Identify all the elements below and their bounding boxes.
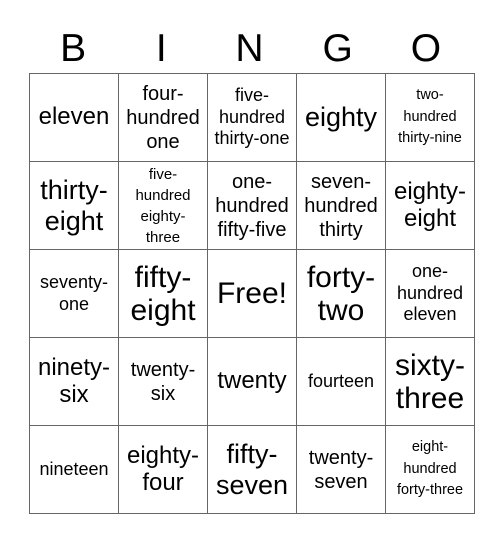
cell-text: thirty- eight: [40, 175, 108, 236]
card-cell[interactable]: twenty- seven: [296, 425, 386, 514]
cell-text: ninety- six: [37, 353, 111, 408]
cell-text: fourteen: [307, 370, 375, 391]
card-row: eleven four- hundred one five- hundred t…: [29, 73, 475, 162]
cell-text: four- hundred one: [126, 82, 200, 153]
cell-text: seventy- one: [39, 271, 109, 314]
card-cell[interactable]: twenty: [207, 337, 297, 426]
cell-text: five- hundred eighty- three: [135, 165, 191, 246]
cell-text: eighty- four: [126, 441, 200, 496]
cell-text: eighty: [304, 102, 378, 133]
cell-text: twenty- six: [130, 358, 196, 405]
card-cell[interactable]: two- hundred thirty-nine: [385, 73, 475, 162]
card-cell[interactable]: fifty- seven: [207, 425, 297, 514]
cell-text: twenty- seven: [308, 446, 374, 493]
free-space-label: Free!: [216, 277, 288, 310]
cell-text: nineteen: [39, 458, 109, 479]
card-cell[interactable]: forty- two: [296, 249, 386, 338]
card-cell[interactable]: four- hundred one: [118, 73, 208, 162]
header-letter-i: I: [155, 27, 167, 70]
bingo-header: B I N G O: [29, 26, 470, 72]
card-cell[interactable]: nineteen: [29, 425, 119, 514]
cell-text: forty- two: [306, 260, 376, 327]
card-cell[interactable]: eleven: [29, 73, 119, 162]
card-cell[interactable]: eighty- eight: [385, 161, 475, 250]
card-cell[interactable]: five- hundred thirty-one: [207, 73, 297, 162]
cell-text: eleven: [38, 103, 110, 131]
card-cell[interactable]: eighty: [296, 73, 386, 162]
cell-text: one- hundred fifty-five: [215, 170, 289, 241]
card-cell[interactable]: one- hundred fifty-five: [207, 161, 297, 250]
card-cell[interactable]: eighty- four: [118, 425, 208, 514]
free-space-cell[interactable]: Free!: [207, 249, 297, 338]
card-cell[interactable]: eight- hundred forty-three: [385, 425, 475, 514]
cell-text: fifty- eight: [130, 260, 196, 327]
card-cell[interactable]: thirty- eight: [29, 161, 119, 250]
card-row: ninety- six twenty- six twenty fourteen …: [29, 337, 475, 426]
card-cell[interactable]: fifty- eight: [118, 249, 208, 338]
card-cell[interactable]: seven- hundred thirty: [296, 161, 386, 250]
card-cell[interactable]: ninety- six: [29, 337, 119, 426]
card-cell[interactable]: fourteen: [296, 337, 386, 426]
card-cell[interactable]: sixty- three: [385, 337, 475, 426]
card-cell[interactable]: five- hundred eighty- three: [118, 161, 208, 250]
cell-text: one- hundred eleven: [396, 261, 464, 325]
card-cell[interactable]: twenty- six: [118, 337, 208, 426]
cell-text: two- hundred thirty-nine: [398, 86, 462, 147]
cell-text: sixty- three: [395, 348, 465, 415]
cell-text: eighty- eight: [393, 177, 467, 232]
header-letter-g: G: [322, 27, 353, 70]
cell-text: twenty: [217, 367, 287, 395]
card-row: nineteen eighty- four fifty- seven twent…: [29, 425, 475, 514]
cell-text: eight- hundred forty-three: [396, 438, 464, 499]
bingo-card-grid: eleven four- hundred one five- hundred t…: [29, 73, 475, 514]
cell-text: seven- hundred thirty: [304, 170, 378, 241]
card-cell[interactable]: seventy- one: [29, 249, 119, 338]
card-row: seventy- one fifty- eight Free! forty- t…: [29, 249, 475, 338]
cell-text: fifty- seven: [215, 439, 289, 500]
header-letter-b: B: [60, 27, 87, 70]
header-letter-o: O: [410, 27, 442, 70]
header-letter-n: N: [235, 27, 264, 70]
cell-text: five- hundred thirty-one: [214, 85, 290, 149]
card-cell[interactable]: one- hundred eleven: [385, 249, 475, 338]
card-row: thirty- eight five- hundred eighty- thre…: [29, 161, 475, 250]
